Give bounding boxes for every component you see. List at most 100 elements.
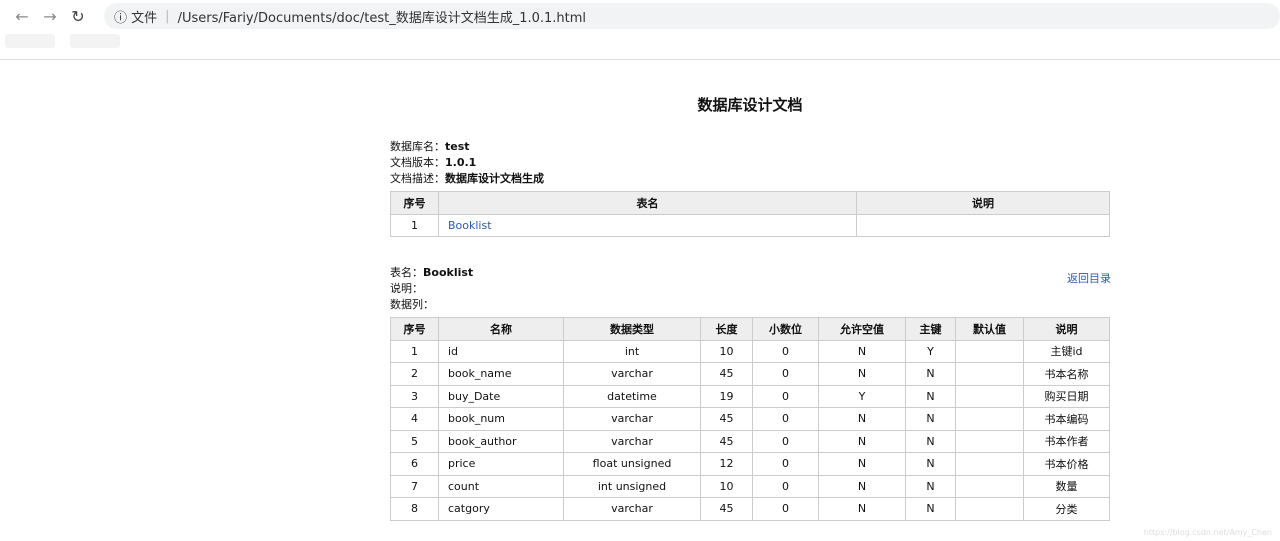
cell: 0: [752, 339, 819, 363]
header-cell: 表名: [438, 191, 857, 215]
table-row: 1 id int 10 0 N Y 主键id: [390, 339, 1110, 363]
cell: N: [818, 474, 906, 498]
cell: N: [818, 362, 906, 386]
header-cell: 长度: [700, 317, 753, 341]
cell: 书本编码: [1023, 407, 1110, 431]
cell: N: [818, 407, 906, 431]
db-name: test: [445, 140, 470, 153]
table-row: 1 Booklist: [390, 213, 1110, 237]
cell: N: [818, 497, 906, 521]
table-row: 8 catgory varchar 45 0 N N 分类: [390, 497, 1110, 521]
cell: 10: [700, 474, 753, 498]
cell: price: [438, 452, 564, 476]
bookmark-item[interactable]: [5, 34, 55, 48]
header-cell: 小数位: [752, 317, 819, 341]
cell: id: [438, 339, 564, 363]
cell: [955, 384, 1024, 408]
header-cell: 说明: [1023, 317, 1110, 341]
cell: [955, 474, 1024, 498]
table-row: 6 price float unsigned 12 0 N N 书本价格: [390, 452, 1110, 476]
cell: 19: [700, 384, 753, 408]
cell: 12: [700, 452, 753, 476]
cell: 数量: [1023, 474, 1110, 498]
cell: [955, 452, 1024, 476]
desc-label: 文档描述：: [390, 172, 445, 185]
bookmark-item[interactable]: [70, 34, 120, 48]
cell: 购买日期: [1023, 384, 1110, 408]
cell: book_author: [438, 429, 564, 453]
back-to-index-link[interactable]: 返回目录: [1067, 270, 1111, 286]
header-cell: 允许空值: [818, 317, 906, 341]
cell: N: [905, 452, 956, 476]
header-cell: 序号: [390, 317, 439, 341]
cell: N: [905, 429, 956, 453]
cell: N: [818, 452, 906, 476]
cell: 3: [390, 384, 439, 408]
cell: 45: [700, 407, 753, 431]
table-desc-label: 说明：: [390, 282, 423, 295]
cell: varchar: [563, 362, 701, 386]
bookmarks-bar: [0, 32, 1280, 60]
cell: 分类: [1023, 497, 1110, 521]
cell: varchar: [563, 429, 701, 453]
cell: [955, 362, 1024, 386]
table-index: 序号 表名 说明 1 Booklist: [390, 191, 1110, 237]
address-bar[interactable]: ⓘ 文件 | /Users/Fariy/Documents/doc/test_数…: [104, 3, 1280, 29]
reload-icon[interactable]: ↻: [64, 7, 92, 26]
cell: [955, 407, 1024, 431]
cell: [955, 429, 1024, 453]
cell: 8: [390, 497, 439, 521]
browser-toolbar: ← → ↻ ⓘ 文件 | /Users/Fariy/Documents/doc/…: [0, 0, 1280, 32]
header-cell: 序号: [390, 191, 439, 215]
cell: N: [905, 497, 956, 521]
cell: 45: [700, 362, 753, 386]
cell: 0: [752, 362, 819, 386]
version-label: 文档版本：: [390, 156, 445, 169]
booklist-link[interactable]: Booklist: [448, 219, 492, 232]
table-name: Booklist: [423, 266, 474, 279]
cell: 0: [752, 429, 819, 453]
cell: Y: [818, 384, 906, 408]
columns-table: 序号 名称 数据类型 长度 小数位 允许空值 主键 默认值 说明 1 id int 10 0 N Y 主键id…: [390, 317, 1110, 521]
cell: 2: [390, 362, 439, 386]
cell: N: [818, 339, 906, 363]
header-cell: 数据类型: [563, 317, 701, 341]
cell: count: [438, 474, 564, 498]
cell: 书本价格: [1023, 452, 1110, 476]
url-text[interactable]: /Users/Fariy/Documents/doc/test_数据库设计文档生…: [178, 7, 586, 26]
cell: 0: [752, 407, 819, 431]
cell: 1: [390, 339, 439, 363]
table-row: 2 book_name varchar 45 0 N N 书本名称: [390, 362, 1110, 386]
info-icon[interactable]: ⓘ: [114, 7, 127, 26]
cell: 0: [752, 452, 819, 476]
header-cell: 说明: [856, 191, 1110, 215]
back-arrow-icon[interactable]: ←: [8, 7, 36, 26]
cell: 主键id: [1023, 339, 1110, 363]
cell: float unsigned: [563, 452, 701, 476]
cell: 10: [700, 339, 753, 363]
cell: 5: [390, 429, 439, 453]
cell: N: [905, 384, 956, 408]
cell: 0: [752, 384, 819, 408]
db-label: 数据库名：: [390, 140, 445, 153]
cell: 45: [700, 497, 753, 521]
cell: N: [905, 474, 956, 498]
cell: datetime: [563, 384, 701, 408]
cell: [856, 213, 1110, 237]
site-info-label: 文件: [131, 10, 158, 26]
cell: Booklist: [438, 213, 857, 237]
cell: Y: [905, 339, 956, 363]
version: 1.0.1: [445, 156, 477, 169]
cell: 书本作者: [1023, 429, 1110, 453]
cell: 0: [752, 497, 819, 521]
cell: 书本名称: [1023, 362, 1110, 386]
cell: 4: [390, 407, 439, 431]
header-cell: 名称: [438, 317, 564, 341]
forward-arrow-icon[interactable]: →: [36, 7, 64, 26]
cell: 1: [390, 213, 439, 237]
columns-label: 数据列：: [390, 298, 434, 311]
divider: |: [165, 8, 170, 24]
table-info: 表名：Booklist 说明： 数据列：: [390, 265, 473, 313]
cell: [955, 497, 1024, 521]
page-title: 数据库设计文档: [697, 96, 803, 114]
